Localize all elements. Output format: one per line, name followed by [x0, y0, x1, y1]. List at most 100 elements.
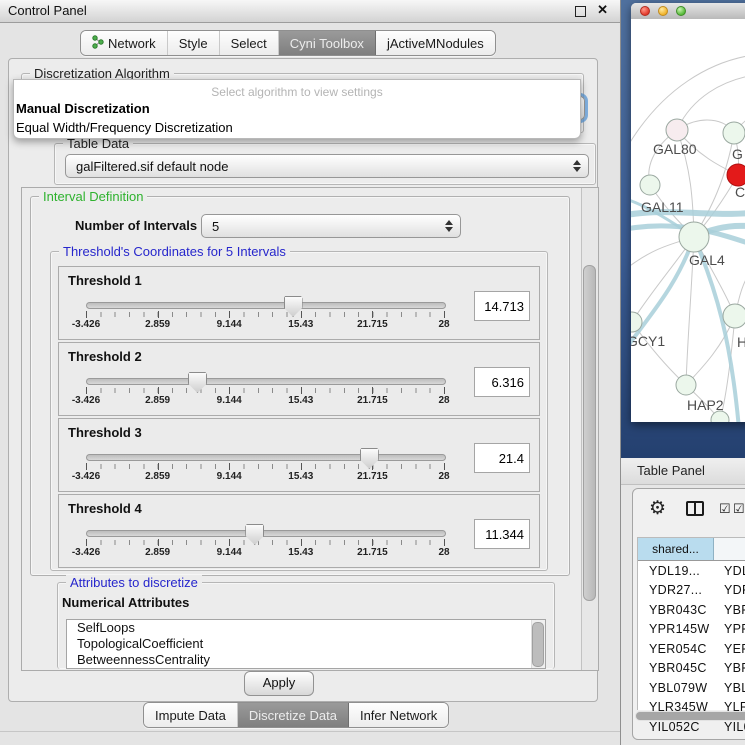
- dropdown-item-equal-width-frequency[interactable]: Equal Width/Frequency Discretization: [14, 118, 580, 137]
- list-item[interactable]: BetweennessCentrality: [67, 652, 545, 668]
- gear-icon[interactable]: ⚙: [649, 497, 666, 520]
- combo-arrows-icon: [573, 160, 581, 172]
- number-of-intervals-combobox[interactable]: 5: [201, 214, 461, 238]
- columns-icon[interactable]: [686, 501, 704, 516]
- apply-button[interactable]: Apply: [244, 671, 314, 696]
- column-header-shared-name[interactable]: shared...: [638, 538, 714, 560]
- threshold-2-slider[interactable]: -3.426 2.859 9.144 15.43 21.715 28: [86, 373, 444, 407]
- table-row[interactable]: YDL19...YDL1: [638, 561, 745, 581]
- tick-label: -3.426: [72, 395, 100, 406]
- close-icon[interactable]: ✕: [597, 2, 608, 18]
- threshold-3-value-field[interactable]: 21.4: [474, 443, 530, 473]
- major-tick: [158, 311, 159, 318]
- major-tick: [86, 387, 87, 394]
- node-right-h[interactable]: [723, 304, 745, 328]
- threshold-1-slider[interactable]: -3.426 2.859 9.144 15.43 21.715 28: [86, 297, 444, 331]
- tick-label: 2.859: [145, 395, 170, 406]
- node-gal4[interactable]: [679, 222, 709, 252]
- threshold-4-slider[interactable]: -3.426 2.859 9.144 15.43 21.715 28: [86, 525, 444, 559]
- attributes-to-discretize-group: Attributes to discretize Numerical Attri…: [57, 582, 555, 669]
- cell[interactable]: YBR043C: [638, 600, 714, 620]
- tab-style[interactable]: Style: [168, 31, 220, 55]
- slider-track[interactable]: [86, 302, 446, 309]
- cell[interactable]: YDR2: [714, 581, 745, 601]
- table-data-combobox[interactable]: galFiltered.sif default node: [65, 154, 589, 178]
- close-traffic-light[interactable]: [640, 6, 650, 16]
- list-item[interactable]: TopologicalCoefficient: [67, 636, 545, 652]
- node-selected-red[interactable]: [727, 164, 745, 186]
- cell[interactable]: YDR27...: [638, 581, 714, 601]
- tick-label: 28: [438, 547, 449, 558]
- network-canvas[interactable]: GAL80 G C GAL11 GAL4 GCY1 H HAP2: [631, 19, 745, 422]
- slider-track[interactable]: [86, 530, 446, 537]
- major-tick: [372, 539, 373, 546]
- cell[interactable]: YBL0: [714, 678, 745, 698]
- cell[interactable]: YBR045C: [638, 659, 714, 679]
- numerical-attributes-list[interactable]: SelfLoops TopologicalCoefficient Between…: [66, 619, 546, 669]
- tab-select[interactable]: Select: [220, 31, 279, 55]
- threshold-4-value-field[interactable]: 11.344: [474, 519, 530, 549]
- table-header-row: shared... na: [638, 538, 745, 561]
- threshold-2-value-field[interactable]: 6.316: [474, 367, 530, 397]
- tab-network[interactable]: Network: [81, 31, 168, 55]
- major-tick: [86, 539, 87, 546]
- panel-scrollbar[interactable]: [581, 188, 598, 670]
- major-tick: [229, 311, 230, 318]
- checkbox-icon[interactable]: ☑: [719, 501, 731, 517]
- tab-impute-data[interactable]: Impute Data: [144, 703, 238, 727]
- checkbox-icon[interactable]: ☑: [733, 501, 745, 517]
- dropdown-item-manual-discretization[interactable]: Manual Discretization: [14, 99, 580, 118]
- cell[interactable]: YBR0: [714, 600, 745, 620]
- table-row[interactable]: YBR043CYBR0: [638, 600, 745, 620]
- cell[interactable]: YER054C: [638, 639, 714, 659]
- slider-track[interactable]: [86, 378, 446, 385]
- table-row[interactable]: YER054CYER0: [638, 639, 745, 659]
- network-window-titlebar[interactable]: [631, 3, 745, 20]
- tab-cyni-toolbox[interactable]: Cyni Toolbox: [279, 31, 376, 55]
- slider-track[interactable]: [86, 454, 446, 461]
- major-tick: [158, 539, 159, 546]
- threshold-1-value-field[interactable]: 14.713: [474, 291, 530, 321]
- cell[interactable]: YPR1: [714, 620, 745, 640]
- cell[interactable]: YER0: [714, 639, 745, 659]
- node-hap2[interactable]: [676, 375, 696, 395]
- table-row[interactable]: YPR145WYPR1: [638, 620, 745, 640]
- table-row[interactable]: YBR045CYBR0: [638, 659, 745, 679]
- zoom-traffic-light[interactable]: [676, 6, 686, 16]
- tab-jactivemnodules[interactable]: jActiveMNodules: [376, 31, 495, 55]
- cell[interactable]: YDL19...: [638, 561, 714, 581]
- tab-infer-network[interactable]: Infer Network: [349, 703, 448, 727]
- table-row[interactable]: YDR27...YDR2: [638, 581, 745, 601]
- threshold-3-slider[interactable]: -3.426 2.859 9.144 15.43 21.715 28: [86, 449, 444, 483]
- node-gal11[interactable]: [640, 175, 660, 195]
- major-tick: [158, 387, 159, 394]
- cell[interactable]: YBL079W: [638, 678, 714, 698]
- cell[interactable]: YDL1: [714, 561, 745, 581]
- table-horizontal-scrollbar[interactable]: [635, 711, 745, 721]
- table-horizontal-scrollbar-thumb[interactable]: [636, 712, 745, 720]
- table-panel: ⚙ ☑ ☑ shared... na YDL19...YDL1 YDR27...…: [632, 488, 745, 740]
- table-row[interactable]: YBL079WYBL0: [638, 678, 745, 698]
- tab-discretize-data[interactable]: Discretize Data: [238, 703, 349, 727]
- cell[interactable]: YPR145W: [638, 620, 714, 640]
- threshold-3-label: Threshold 3: [68, 425, 142, 440]
- major-tick: [229, 387, 230, 394]
- list-scrollbar-thumb[interactable]: [532, 622, 544, 667]
- major-tick: [158, 463, 159, 470]
- float-window-icon[interactable]: [575, 6, 586, 17]
- major-tick: [444, 539, 445, 546]
- node-top-right[interactable]: [723, 122, 745, 144]
- panel-scrollbar-thumb[interactable]: [583, 265, 596, 601]
- node-gal80[interactable]: [666, 119, 688, 141]
- node-label-hap2: HAP2: [687, 397, 724, 413]
- column-header-name[interactable]: na: [714, 538, 745, 560]
- node-label-gal4: GAL4: [689, 252, 725, 268]
- list-item[interactable]: SelfLoops: [67, 620, 545, 636]
- list-scrollbar[interactable]: [531, 620, 545, 668]
- minimize-traffic-light[interactable]: [658, 6, 668, 16]
- threshold-2-panel: Threshold 2 -3.426 2.859 9.144 15.43 21.…: [58, 342, 540, 416]
- major-tick: [301, 539, 302, 546]
- dropdown-header: Select algorithm to view settings: [14, 80, 580, 99]
- cell[interactable]: YBR0: [714, 659, 745, 679]
- tick-label: 9.144: [217, 547, 242, 558]
